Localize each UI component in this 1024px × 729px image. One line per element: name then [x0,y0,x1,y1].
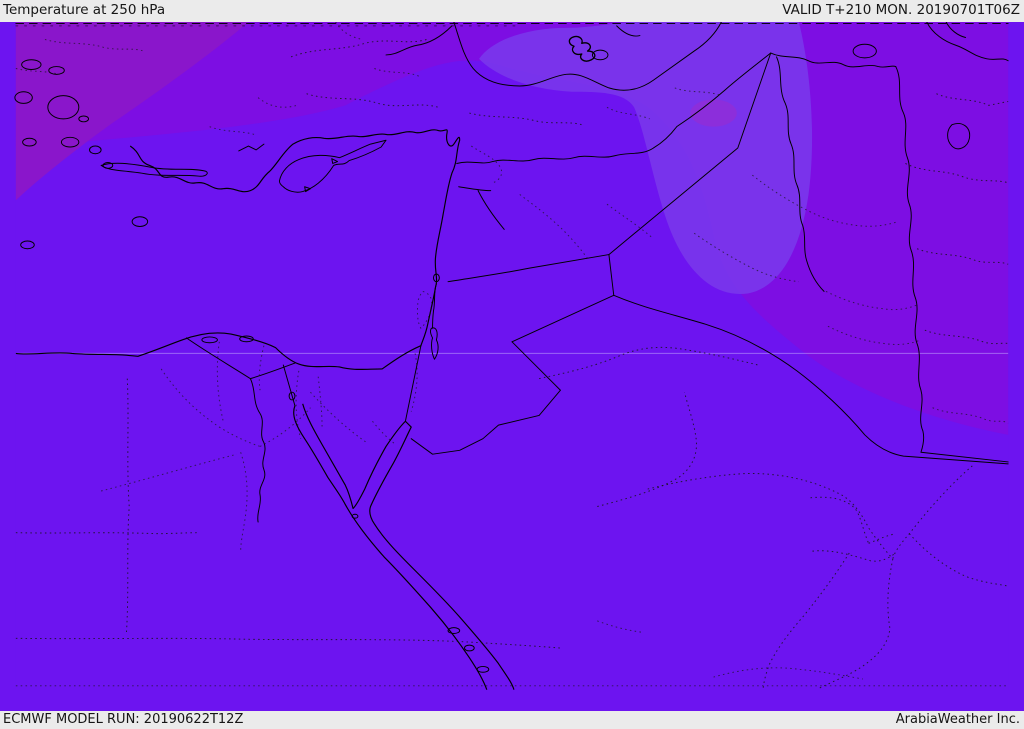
map-area [0,22,1024,711]
valid-time-label: VALID T+210 MON. 20190701T06Z [782,2,1020,18]
footer-bar: ECMWF MODEL RUN: 20190622T12Z ArabiaWeat… [0,711,1024,729]
map-title: Temperature at 250 hPa [3,2,166,18]
model-run-label: ECMWF MODEL RUN: 20190622T12Z [3,712,244,727]
temperature-shading [15,22,1009,690]
weather-map-window: Temperature at 250 hPa VALID T+210 MON. … [0,0,1024,729]
attribution-label: ArabiaWeather Inc. [895,712,1020,727]
weather-map-canvas [14,22,1009,690]
temp-region-magenta-spot [690,99,737,127]
header-bar: Temperature at 250 hPa VALID T+210 MON. … [0,0,1024,22]
